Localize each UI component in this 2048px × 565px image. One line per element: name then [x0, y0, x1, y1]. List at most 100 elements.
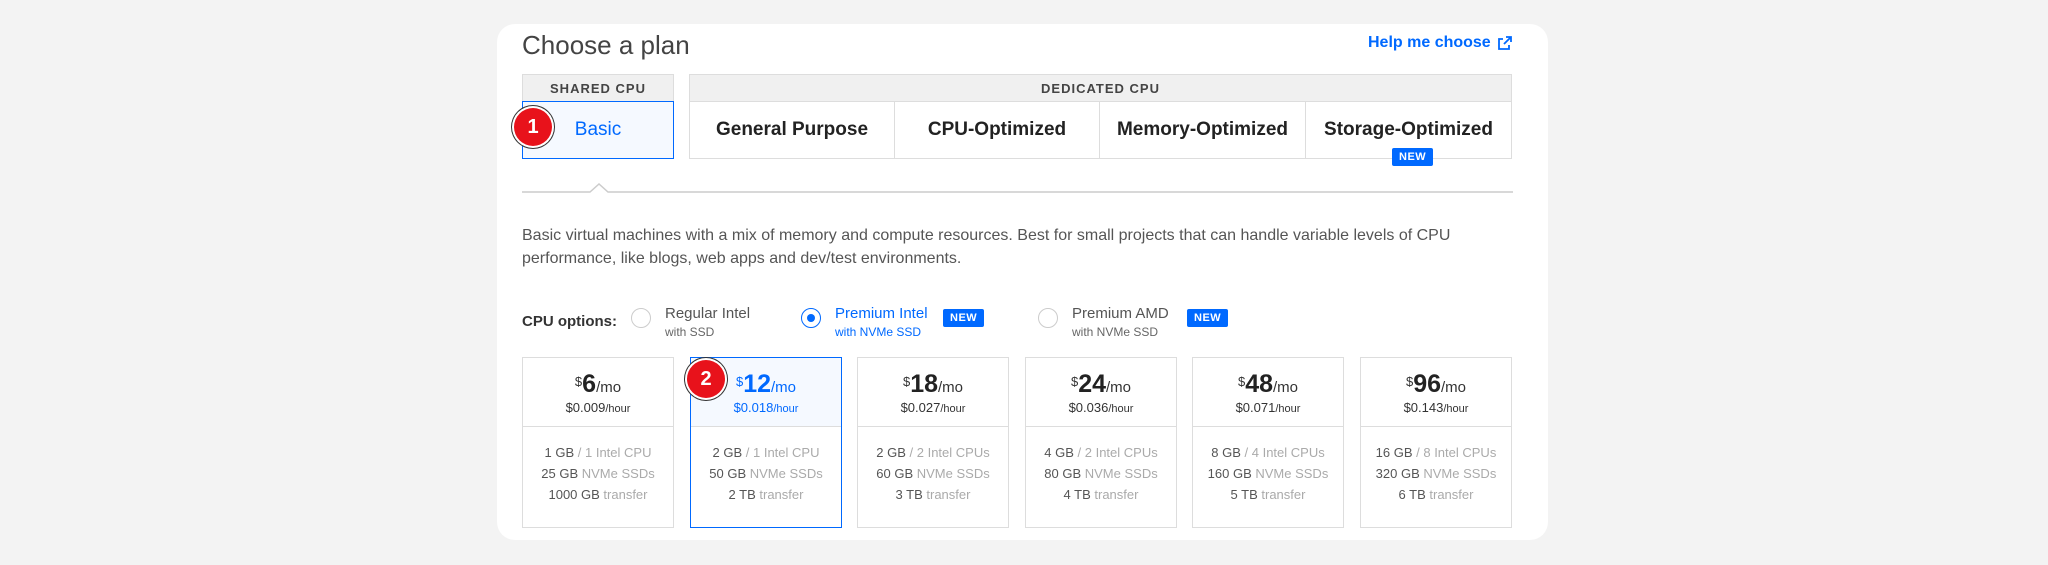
transfer-amount: 3 TB	[895, 487, 923, 502]
transfer-label: transfer	[599, 487, 648, 502]
disk-size: 160 GB	[1207, 466, 1252, 481]
plan-description: Basic virtual machines with a mix of mem…	[522, 227, 1451, 267]
plan-price: 12	[743, 370, 772, 398]
hourly-price: $0.027	[900, 400, 941, 415]
tab-divider	[522, 182, 1513, 193]
hourly-unit: /hour	[1108, 403, 1134, 415]
new-badge: NEW	[1392, 148, 1434, 166]
tab-label: General Purpose	[715, 119, 869, 140]
disk-type: NVMe SSDs	[1081, 466, 1158, 481]
memory: 2 GB	[712, 445, 743, 460]
cpu-count: / 1 Intel CPU	[742, 445, 820, 460]
hourly-unit: /hour	[940, 403, 966, 415]
cpu-count: / 8 Intel CPUs	[1412, 445, 1497, 460]
currency-symbol: $	[1405, 374, 1414, 389]
disk-type: NVMe SSDs	[746, 466, 823, 481]
price-period: /mo	[1106, 379, 1132, 396]
hourly-price: $0.009	[565, 400, 606, 415]
transfer-amount: 4 TB	[1063, 487, 1091, 502]
external-link-icon	[1497, 36, 1512, 50]
currency-symbol: $	[735, 374, 744, 389]
shared-cpu-header: SHARED CPU	[522, 74, 674, 101]
plan-price: 96	[1413, 370, 1442, 398]
hourly-unit: /hour	[1443, 403, 1469, 415]
transfer-label: transfer	[755, 487, 804, 502]
cpu-count: / 4 Intel CPUs	[1240, 445, 1325, 460]
radio-regular-intel[interactable]	[631, 308, 651, 328]
hourly-unit: /hour	[1275, 403, 1301, 415]
tab-label: Basic	[574, 119, 622, 140]
option-sub-label: with NVMe SSD	[1072, 325, 1159, 339]
step-marker-1: 1	[514, 108, 552, 146]
memory: 4 GB	[1044, 445, 1074, 460]
disk-size: 320 GB	[1375, 466, 1420, 481]
hourly-unit: /hour	[605, 403, 631, 415]
tab-label: Storage-Optimized	[1324, 119, 1493, 140]
cpu-option-premium-amd[interactable]: Premium AMD with NVMe SSD	[1038, 305, 1169, 339]
disk-type: NVMe SSDs	[1251, 466, 1329, 481]
option-main-label: Premium AMD	[1072, 305, 1169, 322]
disk-size: 25 GB	[541, 466, 579, 481]
plan-card-24[interactable]: $24/mo $0.036/hour 4 GB / 2 Intel CPUs 8…	[1025, 357, 1177, 528]
transfer-label: transfer	[922, 487, 971, 502]
disk-type: NVMe SSDs	[578, 466, 655, 481]
price-period: /mo	[771, 379, 797, 396]
price-period: /mo	[1273, 379, 1299, 396]
memory: 2 GB	[876, 445, 906, 460]
currency-symbol: $	[902, 374, 911, 389]
currency-symbol: $	[574, 374, 583, 389]
transfer-amount: 6 TB	[1398, 487, 1426, 502]
currency-symbol: $	[1237, 374, 1246, 389]
disk-type: NVMe SSDs	[1419, 466, 1497, 481]
plan-price: 24	[1078, 370, 1107, 398]
transfer-amount: 2 TB	[728, 487, 756, 502]
price-period: /mo	[1441, 379, 1467, 396]
choose-plan-card: Choose a plan Help me choose SHARED CPU …	[497, 24, 1548, 540]
hourly-price: $0.143	[1403, 400, 1444, 415]
transfer-amount: 5 TB	[1230, 487, 1258, 502]
transfer-label: transfer	[1257, 487, 1306, 502]
tab-memory-optimized[interactable]: Memory-Optimized	[1099, 101, 1306, 159]
option-sub-label: with NVMe SSD	[835, 325, 922, 339]
hourly-price: $0.071	[1235, 400, 1276, 415]
price-period: /mo	[938, 379, 964, 396]
cpu-count: / 2 Intel CPUs	[1073, 445, 1158, 460]
plan-card-96[interactable]: $96/mo $0.143/hour 16 GB / 8 Intel CPUs …	[1360, 357, 1512, 528]
currency-symbol: $	[1070, 374, 1079, 389]
cpu-options-label: CPU options:	[522, 313, 617, 330]
radio-premium-amd[interactable]	[1038, 308, 1058, 328]
help-me-choose-link[interactable]: Help me choose	[1368, 34, 1513, 52]
option-sub-label: with SSD	[665, 325, 715, 339]
plan-card-48[interactable]: $48/mo $0.071/hour 8 GB / 4 Intel CPUs 1…	[1192, 357, 1344, 528]
cpu-count: / 1 Intel CPU	[574, 445, 652, 460]
disk-size: 80 GB	[1044, 466, 1082, 481]
tab-cpu-optimized[interactable]: CPU-Optimized	[894, 101, 1100, 159]
disk-size: 60 GB	[876, 466, 914, 481]
plan-price: 18	[910, 370, 939, 398]
plan-price: 48	[1245, 370, 1274, 398]
hourly-unit: /hour	[773, 403, 799, 415]
plan-card-6[interactable]: $6/mo $0.009/hour 1 GB / 1 Intel CPU 25 …	[522, 357, 674, 528]
cpu-count: / 2 Intel CPUs	[905, 445, 990, 460]
hourly-price: $0.036	[1068, 400, 1109, 415]
plan-card-18[interactable]: $18/mo $0.027/hour 2 GB / 2 Intel CPUs 6…	[857, 357, 1009, 528]
disk-size: 50 GB	[709, 466, 747, 481]
option-main-label: Regular Intel	[665, 305, 751, 322]
page-title: Choose a plan	[522, 30, 690, 60]
new-badge: NEW	[943, 309, 985, 327]
radio-premium-intel[interactable]	[801, 308, 821, 328]
option-main-label: Premium Intel	[835, 305, 928, 322]
tab-general-purpose[interactable]: General Purpose	[689, 101, 895, 159]
dedicated-cpu-header: DEDICATED CPU	[689, 74, 1512, 101]
transfer-label: transfer	[1425, 487, 1474, 502]
price-period: /mo	[596, 379, 622, 396]
cpu-option-premium-intel[interactable]: Premium Intel with NVMe SSD	[801, 305, 928, 339]
step-marker-2: 2	[687, 360, 725, 398]
tab-label: CPU-Optimized	[927, 119, 1067, 140]
disk-type: NVMe SSDs	[913, 466, 990, 481]
memory: 16 GB	[1375, 445, 1413, 460]
hourly-price: $0.018	[733, 400, 774, 415]
cpu-option-regular-intel[interactable]: Regular Intel with SSD	[631, 305, 750, 339]
memory: 1 GB	[544, 445, 575, 460]
transfer-amount: 1000 GB	[548, 487, 600, 502]
